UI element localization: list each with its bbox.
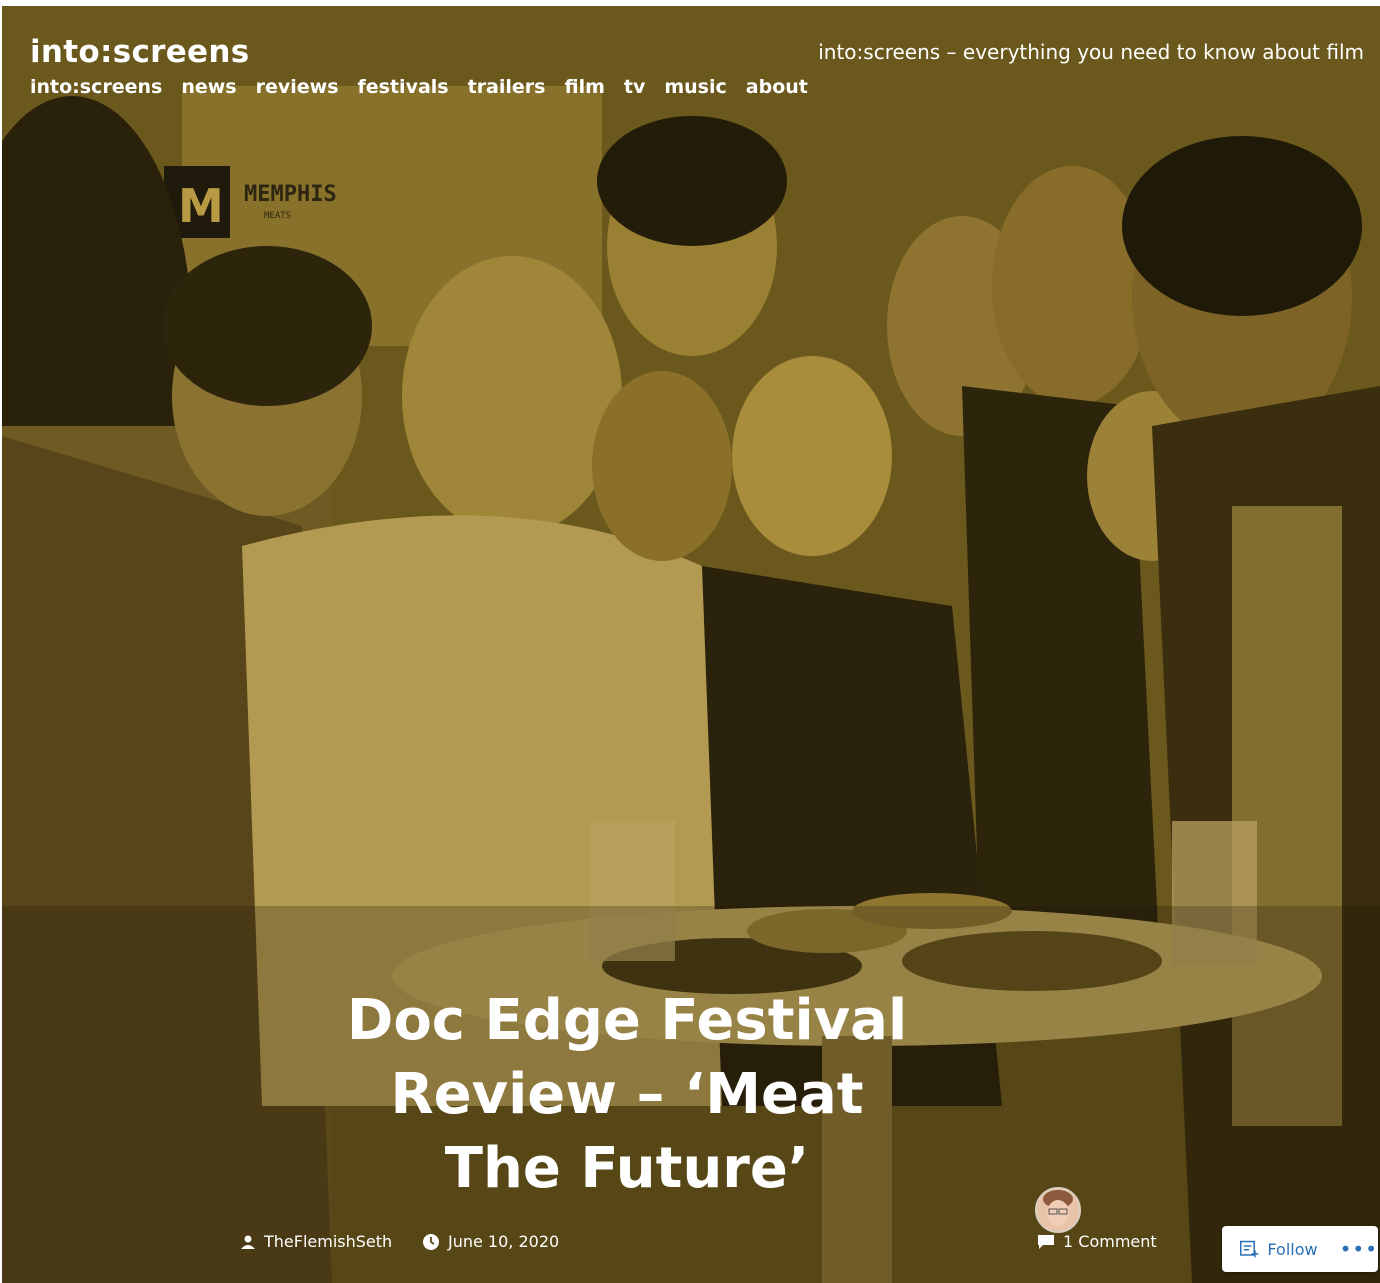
nav-item-trailers[interactable]: trailers bbox=[468, 76, 546, 98]
follow-button[interactable]: Follow ••• bbox=[1222, 1226, 1378, 1272]
person-icon bbox=[241, 1235, 255, 1249]
clock-icon bbox=[423, 1233, 439, 1250]
author-avatar bbox=[1035, 1187, 1081, 1233]
post-title-line-3: The Future’ bbox=[444, 1136, 810, 1201]
post-title-line-2: Review – ‘Meat bbox=[390, 1062, 864, 1127]
post-title: Doc Edge Festival Review – ‘Meat The Fut… bbox=[302, 984, 952, 1206]
nav-item-about[interactable]: about bbox=[746, 76, 808, 98]
nav-item-tv[interactable]: tv bbox=[624, 76, 645, 98]
author-name[interactable]: TheFlemishSeth bbox=[264, 1232, 392, 1251]
post-author[interactable]: TheFlemishSeth bbox=[240, 1232, 392, 1251]
post-comments[interactable]: 1 Comment bbox=[1037, 1232, 1157, 1251]
follow-label[interactable]: Follow bbox=[1267, 1240, 1317, 1259]
site-tagline: into:screens – everything you need to kn… bbox=[818, 40, 1364, 64]
date-text[interactable]: June 10, 2020 bbox=[448, 1232, 559, 1251]
post-date[interactable]: June 10, 2020 bbox=[422, 1232, 559, 1251]
comments-count[interactable]: 1 Comment bbox=[1063, 1232, 1157, 1251]
sign-text: MEMPHIS bbox=[244, 182, 337, 207]
post-title-line-1: Doc Edge Festival bbox=[346, 988, 908, 1053]
hero-section: M MEMPHIS MEATS into:screens into:screen… bbox=[2, 6, 1380, 1283]
site-title[interactable]: into:screens bbox=[30, 34, 250, 70]
nav-item-film[interactable]: film bbox=[564, 76, 604, 98]
nav-item-music[interactable]: music bbox=[664, 76, 726, 98]
comment-icon bbox=[1038, 1234, 1054, 1249]
avatar-image bbox=[1037, 1189, 1079, 1231]
sign-logo: M bbox=[178, 179, 224, 233]
nav-item-home[interactable]: into:screens bbox=[30, 76, 162, 98]
sign-subtext: MEATS bbox=[264, 211, 291, 221]
nav-item-reviews[interactable]: reviews bbox=[256, 76, 339, 98]
nav-item-festivals[interactable]: festivals bbox=[358, 76, 449, 98]
more-options-icon[interactable]: ••• bbox=[1340, 1237, 1378, 1261]
nav-item-news[interactable]: news bbox=[181, 76, 236, 98]
follow-reader-icon bbox=[1240, 1240, 1259, 1258]
main-nav: into:screens news reviews festivals trai… bbox=[30, 76, 808, 98]
